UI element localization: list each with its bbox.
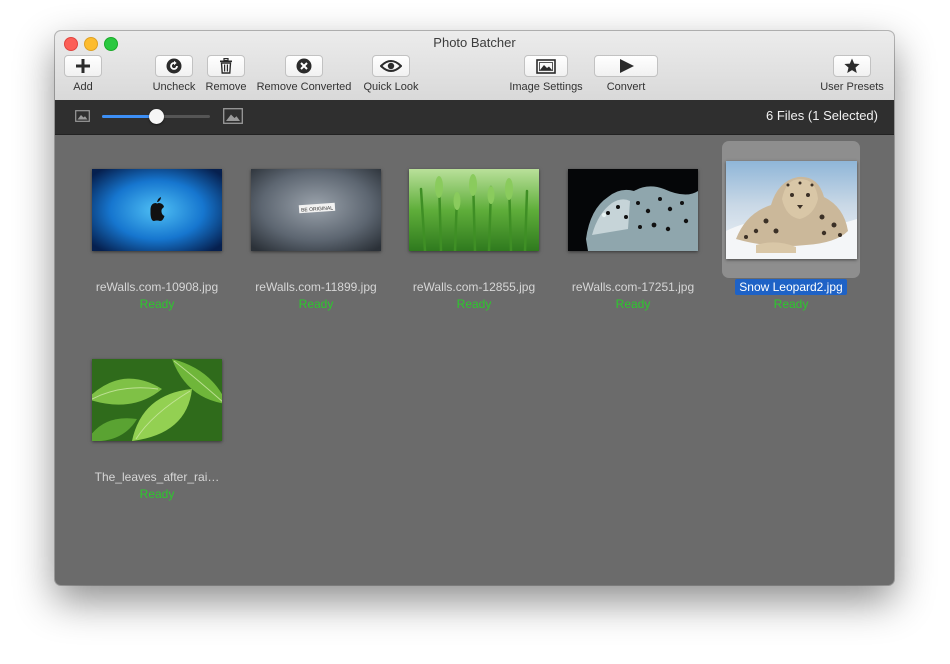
close-circle-icon [296,58,312,74]
uncheck-label: Uncheck [152,81,196,93]
file-status: Ready [139,487,175,501]
add-label: Add [73,81,93,93]
thumbnail-green-wheat [409,168,539,251]
file-status: Ready [773,297,809,311]
file-status: Ready [615,297,651,311]
convert-button[interactable] [594,55,658,77]
uncheck-tool[interactable]: Uncheck [150,55,198,93]
file-count: 6 Files (1 Selected) [766,108,878,123]
plus-icon [76,59,90,73]
file-item[interactable]: reWalls.com-17251.jpg Ready [554,135,712,315]
slider-fill [102,115,156,118]
add-button[interactable] [64,55,102,77]
remove-converted-button[interactable] [285,55,323,77]
thumbnail-frame [88,141,226,278]
add-tool[interactable]: Add [63,55,103,93]
thumbnail-selection-frame [722,141,860,278]
file-status: Ready [298,297,334,311]
quick-look-tool[interactable]: Quick Look [359,55,423,93]
user-presets-button[interactable] [833,55,871,77]
file-name: Snow Leopard2.jpg [712,279,870,295]
uncheck-button[interactable] [155,55,193,77]
remove-button[interactable] [207,55,245,77]
quick-look-button[interactable] [372,55,410,77]
file-item[interactable]: reWalls.com-12855.jpg Ready [395,135,553,315]
file-name: reWalls.com-17251.jpg [571,280,695,294]
file-item-selected[interactable]: Snow Leopard2.jpg Ready [712,135,870,315]
user-presets-label: User Presets [820,81,884,93]
eye-icon [380,60,402,72]
small-image-icon [75,110,90,122]
file-name: reWalls.com-10908.jpg [95,280,219,294]
file-grid: reWalls.com-10908.jpg Ready BE ORIGINAL … [55,135,894,585]
thumbnail-size-slider[interactable] [102,109,210,124]
refresh-icon [166,58,182,74]
thumbnail-gray-be-original: BE ORIGINAL [251,168,381,251]
thumbnail-frame [405,141,543,278]
large-image-icon [223,108,243,124]
thumbnail-size-bar: 6 Files (1 Selected) [55,100,894,135]
file-name: reWalls.com-11899.jpg [255,280,377,294]
image-icon [536,58,556,74]
quick-look-label: Quick Look [363,81,419,93]
thumbnail-frame [88,331,226,468]
image-settings-button[interactable] [524,55,568,77]
user-presets-tool[interactable]: User Presets [817,55,887,93]
thumbnail-frame [564,141,702,278]
remove-label: Remove [205,81,247,93]
file-item[interactable]: BE ORIGINAL reWalls.com-11899.jpg Ready [237,135,395,315]
convert-label: Convert [606,81,646,93]
image-settings-tool[interactable]: Image Settings [504,55,588,93]
image-settings-label: Image Settings [509,81,583,93]
photo-batcher-window: Photo Batcher Add Uncheck Remove Remove … [55,31,894,585]
trash-icon [220,58,232,74]
file-name: The_leaves_after_rai… [94,470,220,484]
file-status: Ready [139,297,175,311]
thumbnail-frame: BE ORIGINAL [247,141,385,278]
file-item[interactable]: reWalls.com-10908.jpg Ready [78,135,236,315]
file-item[interactable]: The_leaves_after_rai… Ready [78,325,236,505]
star-icon [844,58,860,73]
remove-tool[interactable]: Remove [205,55,247,93]
thumbnail-black-leopard [568,168,698,251]
file-status: Ready [456,297,492,311]
thumbnail-snow-leopard [725,160,857,259]
file-name: reWalls.com-12855.jpg [412,280,536,294]
titlebar-toolbar: Photo Batcher Add Uncheck Remove Remove … [55,31,894,101]
window-title: Photo Batcher [433,35,516,50]
thumbnail-green-leaves [92,358,222,441]
remove-converted-tool[interactable]: Remove Converted [254,55,354,93]
slider-knob[interactable] [149,109,164,124]
thumbnail-blue-apple [92,168,222,251]
play-icon [620,59,634,73]
remove-converted-label: Remove Converted [256,81,352,93]
convert-tool[interactable]: Convert [594,55,658,93]
